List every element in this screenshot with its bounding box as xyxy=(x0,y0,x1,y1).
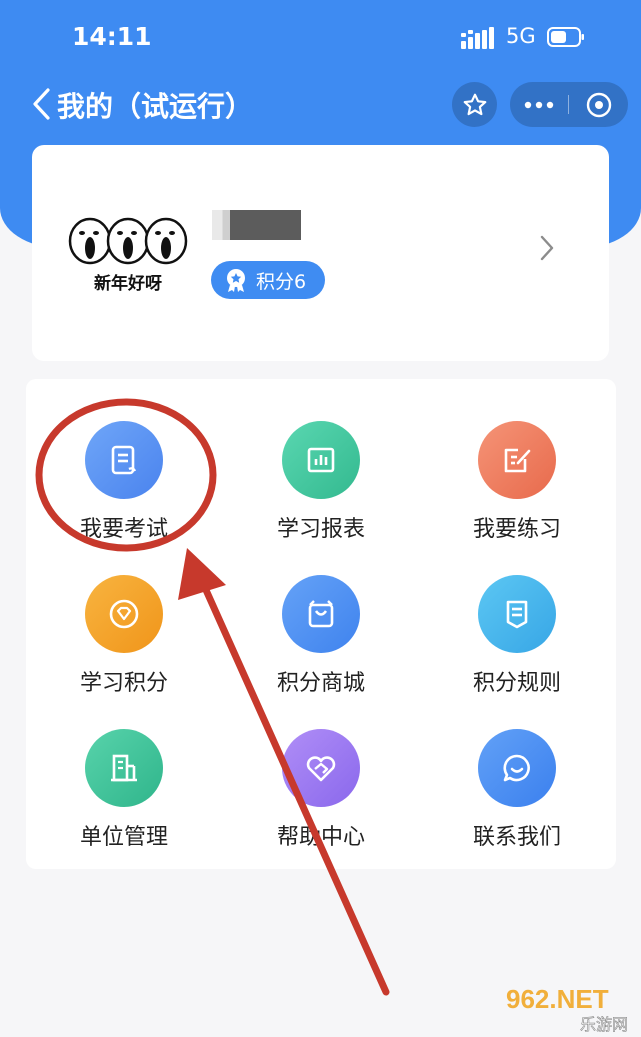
close-circle-icon xyxy=(586,92,612,117)
star-icon xyxy=(463,93,486,115)
grid-item-label: 学习报表 xyxy=(276,517,365,542)
help-heart-icon xyxy=(282,729,360,807)
grid-item-label: 我要练习 xyxy=(472,517,561,542)
miniprogram-capsule xyxy=(510,82,628,127)
chat-bubble-icon xyxy=(478,729,556,807)
avatar: 新年好呀 xyxy=(68,215,188,295)
grid-item-label: 积分规则 xyxy=(472,671,561,696)
chevron-right-icon xyxy=(540,235,554,261)
watermark-text-bottom: 乐游网 xyxy=(580,1015,628,1034)
medal-icon xyxy=(227,269,245,292)
report-chart-icon xyxy=(282,421,360,499)
practice-edit-icon xyxy=(478,421,556,499)
avatar-sticker-icon xyxy=(68,217,188,265)
grid-item-mall[interactable]: 积分商城 xyxy=(223,575,419,725)
grid-item-label: 学习积分 xyxy=(79,671,168,696)
favorite-button[interactable] xyxy=(452,82,497,127)
feature-grid: 我要考试 学习报表 我要练习 学习积分 积分商城 积分规则 单位管理 帮助中心 … xyxy=(26,379,616,869)
capsule-divider xyxy=(568,95,569,114)
watermark-text-top: 962.NET xyxy=(506,984,609,1014)
close-button[interactable] xyxy=(570,82,628,127)
building-icon xyxy=(85,729,163,807)
points-label: 积分6 xyxy=(256,270,307,293)
grid-item-label: 积分商城 xyxy=(276,671,365,696)
grid-item-unit[interactable]: 单位管理 xyxy=(26,729,222,879)
more-button[interactable] xyxy=(510,82,568,127)
grid-item-points[interactable]: 学习积分 xyxy=(26,575,222,725)
back-arrow-icon[interactable] xyxy=(28,85,56,123)
grid-item-label: 帮助中心 xyxy=(276,825,365,850)
grid-item-label: 我要考试 xyxy=(79,517,168,542)
username-redacted xyxy=(212,210,301,240)
grid-item-exam[interactable]: 我要考试 xyxy=(26,421,222,571)
battery-icon xyxy=(547,27,584,47)
avatar-caption: 新年好呀 xyxy=(94,274,162,294)
grid-item-practice[interactable]: 我要练习 xyxy=(419,421,615,571)
watermark-logo: 962.NET 乐游网 xyxy=(506,984,628,1034)
grid-item-contact[interactable]: 联系我们 xyxy=(419,729,615,879)
page-title: 我的（试运行） xyxy=(57,90,254,123)
shopping-bag-icon xyxy=(282,575,360,653)
status-time: 14:11 xyxy=(72,22,152,51)
grid-item-label: 联系我们 xyxy=(472,825,561,850)
exam-document-icon xyxy=(85,421,163,499)
points-diamond-icon xyxy=(85,575,163,653)
grid-item-report[interactable]: 学习报表 xyxy=(223,421,419,571)
grid-item-label: 单位管理 xyxy=(79,825,168,850)
points-badge[interactable]: 积分6 xyxy=(211,261,325,299)
grid-item-rules[interactable]: 积分规则 xyxy=(419,575,615,725)
signal-strength-icon xyxy=(461,27,494,49)
rules-scroll-icon xyxy=(478,575,556,653)
profile-card[interactable]: 新年好呀 积分6 xyxy=(32,145,609,361)
more-dots-icon xyxy=(524,101,554,108)
network-type: 5G xyxy=(506,24,536,48)
grid-item-help[interactable]: 帮助中心 xyxy=(223,729,419,879)
